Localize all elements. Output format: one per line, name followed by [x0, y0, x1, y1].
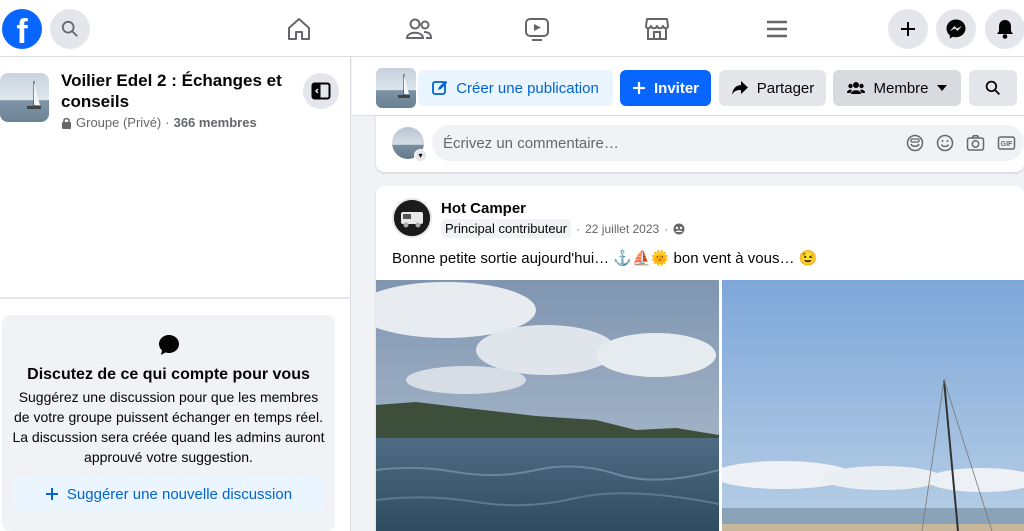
camera-icon[interactable]	[966, 134, 985, 152]
group-mini-thumbnail[interactable]	[376, 68, 416, 108]
chat-bubble-icon	[159, 335, 179, 355]
nav-video[interactable]	[520, 12, 554, 46]
top-navigation-bar: f	[0, 0, 1024, 57]
group-search-button[interactable]	[969, 70, 1017, 106]
post-date[interactable]: 22 juillet 2023	[585, 222, 659, 236]
caret-down-icon	[936, 85, 947, 91]
share-button[interactable]: Partager	[719, 70, 826, 106]
contributor-badge[interactable]: Principal contributeur	[441, 219, 572, 238]
create-post-button[interactable]: Créer une publication	[418, 70, 613, 106]
create-button[interactable]	[888, 9, 928, 49]
post-author[interactable]: Hot Camper	[441, 200, 526, 217]
emoji-icon[interactable]	[936, 134, 954, 152]
discussion-promo-card: Discutez de ce qui compte pour vous Sugg…	[2, 315, 335, 531]
meta-separator: ·	[165, 115, 170, 130]
post-photo-sailboat[interactable]	[722, 280, 1024, 531]
lock-icon	[62, 117, 71, 129]
home-icon	[288, 18, 310, 40]
video-icon	[525, 18, 549, 41]
group-action-bar: Créer une publication Inviter Partager M…	[352, 57, 1024, 116]
sidebar-divider	[0, 297, 351, 299]
group-sidebar: Voilier Edel 2 : Échanges et conseils Gr…	[0, 57, 351, 531]
nav-menu[interactable]	[760, 12, 794, 46]
menu-icon	[767, 20, 787, 38]
post-photo-sea[interactable]	[376, 280, 719, 531]
suggest-discussion-label: Suggérer une nouvelle discussion	[66, 485, 293, 503]
search-icon	[985, 80, 1001, 96]
messenger-button[interactable]	[936, 9, 976, 49]
plus-icon	[632, 82, 645, 94]
suggest-discussion-button[interactable]: Suggérer une nouvelle discussion	[14, 476, 323, 512]
group-meta: Groupe (Privé) · 366 membres	[61, 115, 257, 130]
comment-placeholder: Écrivez un commentaire…	[443, 135, 619, 152]
bell-icon	[997, 20, 1013, 39]
audience-group-icon[interactable]	[673, 223, 685, 235]
edit-icon	[432, 80, 448, 95]
comment-composer-card: ▾ Écrivez un commentaire… GIF	[376, 116, 1024, 172]
share-label: Partager	[756, 79, 815, 97]
gif-icon[interactable]: GIF	[997, 134, 1016, 152]
sidebar-panel-icon	[311, 82, 331, 100]
members-icon	[847, 82, 866, 94]
toggle-sidebar-button[interactable]	[303, 73, 339, 109]
svg-text:GIF: GIF	[1001, 141, 1013, 148]
caret-down-icon[interactable]: ▾	[414, 149, 427, 162]
member-count[interactable]: 366 membres	[174, 115, 257, 130]
plus-icon	[901, 22, 915, 36]
group-name[interactable]: Voilier Edel 2 : Échanges et conseils	[61, 70, 296, 112]
comment-input[interactable]: Écrivez un commentaire… GIF	[432, 125, 1024, 161]
membership-label: Membre	[873, 79, 929, 97]
search-button[interactable]	[50, 9, 90, 49]
plus-icon	[45, 488, 58, 500]
meta-separator: ·	[664, 221, 669, 236]
invite-button[interactable]: Inviter	[620, 70, 711, 106]
promo-description: Suggérez une discussion pour que les mem…	[12, 389, 325, 465]
search-icon	[61, 20, 78, 37]
avatar-sticker-icon[interactable]	[906, 134, 924, 152]
nav-marketplace[interactable]	[640, 12, 674, 46]
nav-home[interactable]	[282, 12, 316, 46]
group-cover-thumbnail[interactable]	[0, 73, 49, 122]
comment-tools: GIF	[906, 134, 1016, 152]
create-post-label: Créer une publication	[456, 79, 599, 97]
meta-separator: ·	[576, 221, 581, 236]
promo-title: Discutez de ce qui compte pour vous	[27, 366, 310, 383]
facebook-logo[interactable]: f	[2, 9, 42, 49]
post-meta: Principal contributeur · 22 juillet 2023…	[441, 219, 685, 238]
membership-dropdown[interactable]: Membre	[833, 70, 961, 106]
friends-icon	[405, 18, 433, 39]
share-arrow-icon	[731, 81, 748, 95]
messenger-icon	[946, 19, 966, 39]
notifications-button[interactable]	[985, 9, 1024, 49]
nav-friends[interactable]	[402, 12, 436, 46]
marketplace-icon	[645, 18, 669, 40]
post-text: Bonne petite sortie aujourd'hui… ⚓⛵🌞 bon…	[392, 250, 818, 267]
commenter-avatar[interactable]: ▾	[392, 127, 427, 162]
author-avatar[interactable]	[392, 198, 432, 238]
group-privacy: Groupe (Privé)	[76, 115, 162, 130]
invite-label: Inviter	[653, 79, 699, 97]
feed-post: Hot Camper Principal contributeur · 22 j…	[376, 186, 1024, 531]
